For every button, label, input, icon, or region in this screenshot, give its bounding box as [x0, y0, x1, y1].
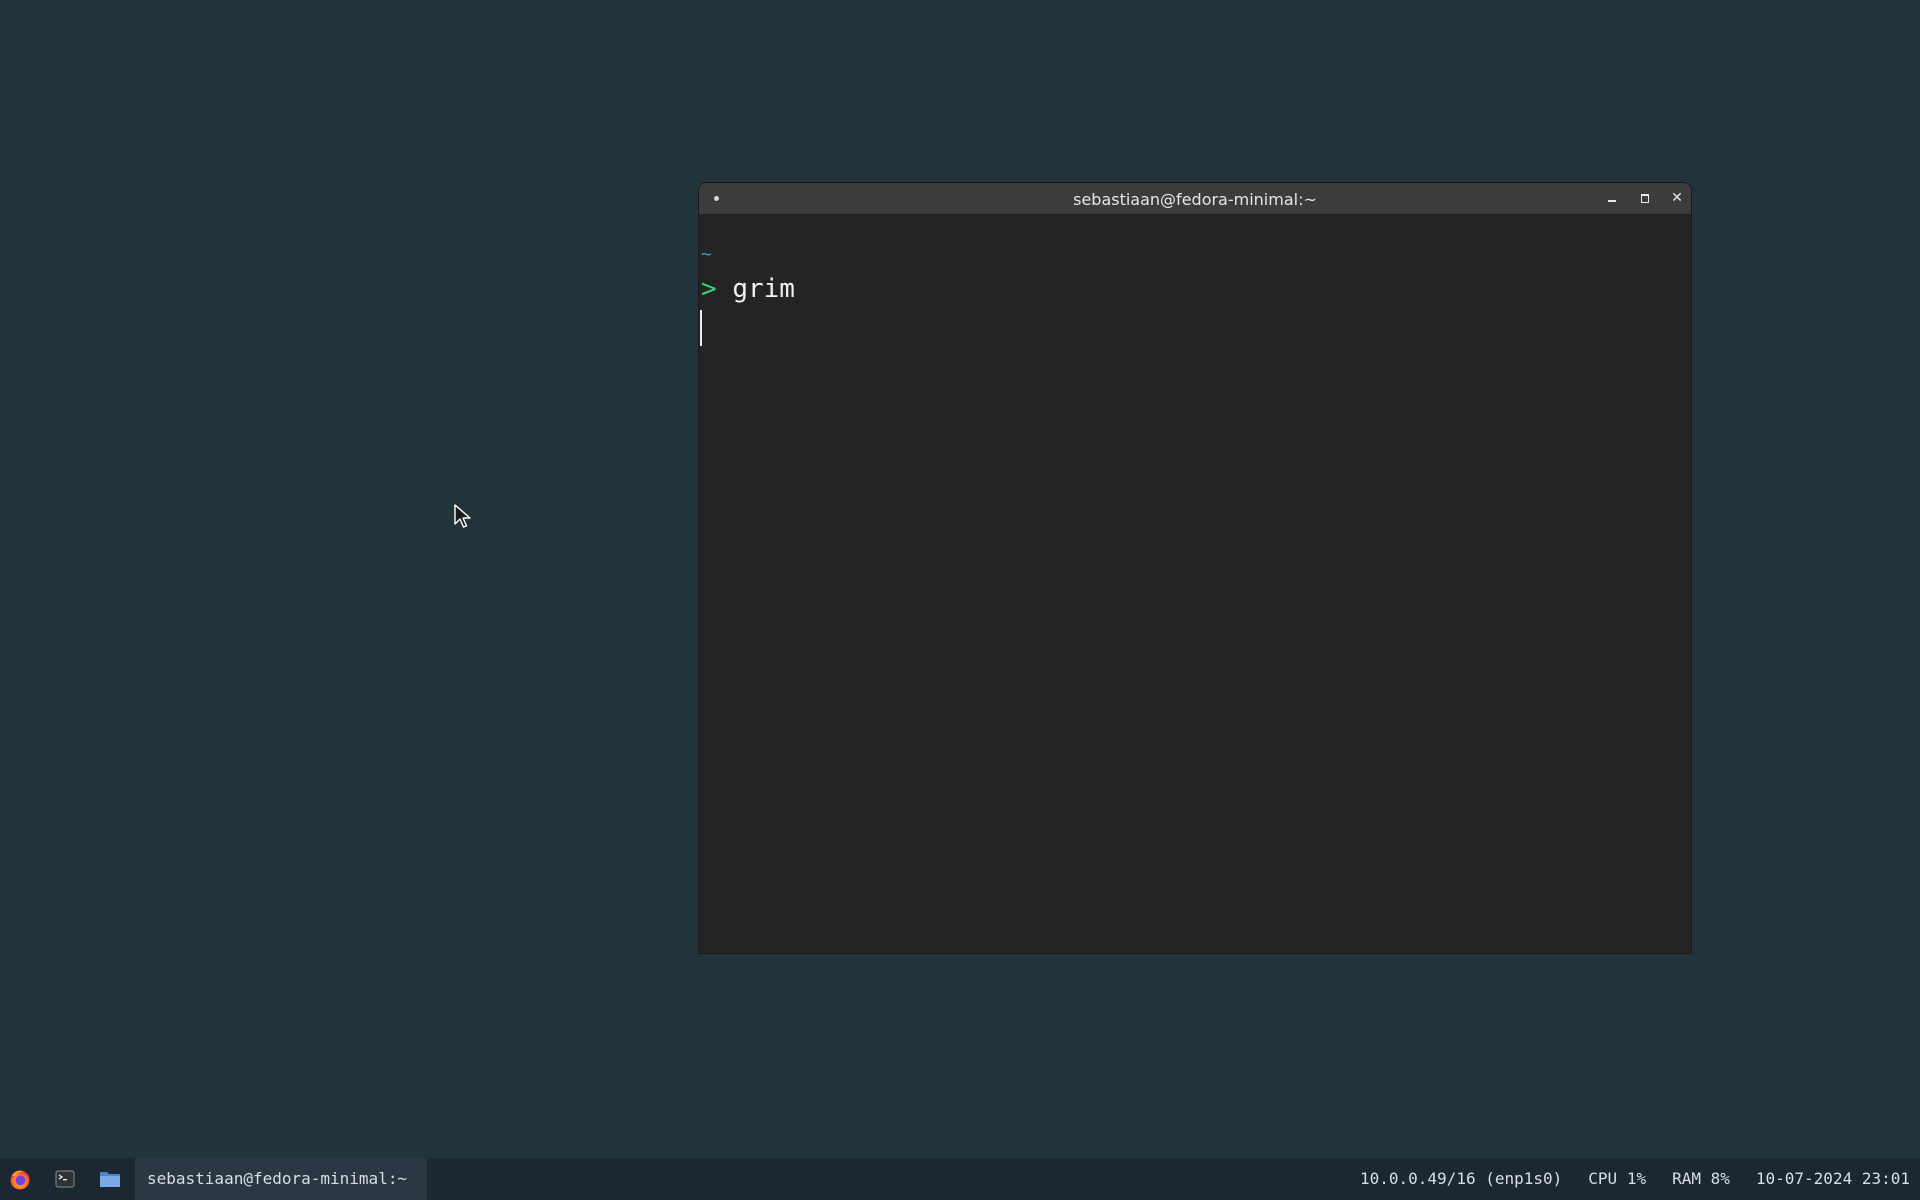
system-tray: 10.0.0.49/16 (enp1s0) CPU 1% RAM 8% 10-0… — [1334, 1158, 1910, 1200]
desktop[interactable]: sebastiaan@fedora-minimal:~ ✕ ~ > grim — [0, 0, 1920, 1158]
ram-usage[interactable]: RAM 8% — [1672, 1158, 1730, 1200]
terminal-icon[interactable] — [54, 1168, 76, 1190]
window-titlebar[interactable]: sebastiaan@fedora-minimal:~ ✕ — [699, 183, 1691, 215]
close-button[interactable]: ✕ — [1668, 189, 1686, 207]
cpu-usage[interactable]: CPU 1% — [1588, 1158, 1646, 1200]
text-cursor — [700, 310, 702, 346]
terminal-output[interactable]: ~ > grim — [699, 214, 1691, 953]
taskbar: sebastiaan@fedora-minimal:~ 10.0.0.49/16… — [0, 1158, 1920, 1200]
network-status[interactable]: 10.0.0.49/16 (enp1s0) — [1360, 1158, 1562, 1200]
prompt-line: > grim — [701, 274, 795, 304]
terminal-window[interactable]: sebastiaan@fedora-minimal:~ ✕ ~ > grim — [698, 182, 1692, 954]
clock[interactable]: 10-07-2024 23:01 — [1756, 1158, 1910, 1200]
minimize-button[interactable] — [1603, 189, 1621, 207]
close-icon: ✕ — [1671, 190, 1683, 206]
firefox-icon[interactable] — [9, 1168, 31, 1190]
prompt-symbol: > — [701, 274, 717, 304]
mouse-pointer-icon — [454, 504, 471, 528]
maximize-icon — [1641, 193, 1649, 203]
minimize-icon — [1608, 200, 1616, 202]
files-icon[interactable] — [99, 1168, 121, 1190]
current-directory: ~ — [701, 244, 712, 265]
command-text: grim — [732, 274, 795, 304]
window-title: sebastiaan@fedora-minimal:~ — [1073, 190, 1317, 209]
maximize-button[interactable] — [1636, 189, 1654, 207]
taskbar-item-terminal[interactable]: sebastiaan@fedora-minimal:~ — [135, 1158, 427, 1200]
